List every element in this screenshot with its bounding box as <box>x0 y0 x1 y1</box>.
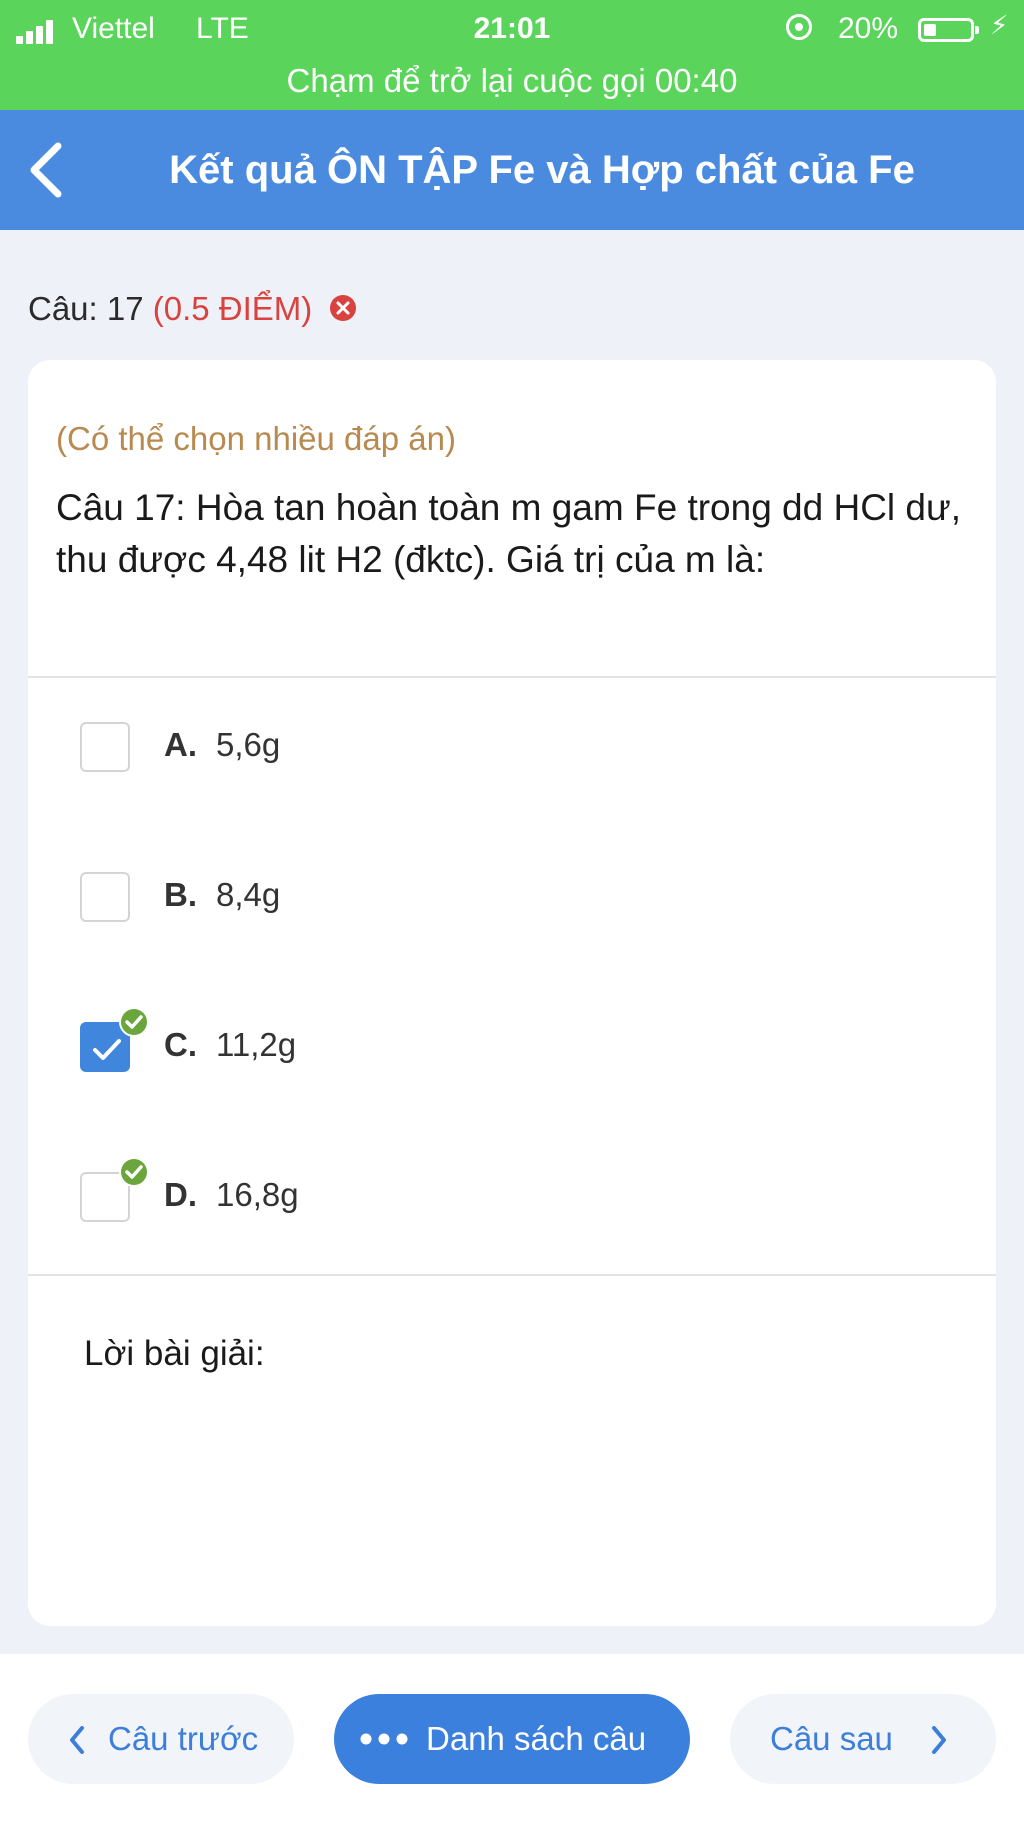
next-question-button[interactable]: Câu sau <box>730 1694 996 1784</box>
answer-option-d[interactable]: D. 16,8g <box>80 1157 960 1232</box>
option-value: 5,6g <box>216 726 281 763</box>
page-title: Kết quả ÔN TẬP Fe và Hợp chất của Fe <box>169 148 915 192</box>
chevron-left-icon <box>30 142 62 198</box>
solution-label: Lời bài giải: <box>84 1334 265 1373</box>
chevron-left-icon <box>70 1726 84 1754</box>
header-bar: Kết quả ÔN TẬP Fe và Hợp chất của Fe <box>0 110 1024 230</box>
divider <box>28 1274 996 1276</box>
previous-question-button[interactable]: Câu trước <box>28 1694 294 1784</box>
question-text: Câu 17: Hòa tan hoàn toàn m gam Fe trong… <box>56 487 962 580</box>
battery-percent: 20% <box>838 12 899 45</box>
correct-answer-icon <box>119 1157 149 1187</box>
divider <box>28 676 996 678</box>
multi-select-hint: (Có thể chọn nhiều đáp án) <box>56 420 456 457</box>
answer-option-b[interactable]: B. 8,4g <box>80 862 960 932</box>
answer-option-a[interactable]: A. 5,6g <box>80 712 960 782</box>
question-list-button[interactable]: Danh sách câu <box>334 1694 690 1784</box>
status-bar: Viettel LTE 21:01 20% ⚡ Chạm để trở lại … <box>0 0 1024 110</box>
option-letter: C. <box>164 1026 197 1063</box>
back-button[interactable] <box>22 140 72 200</box>
option-value: 11,2g <box>216 1026 297 1063</box>
checkbox[interactable] <box>80 872 130 922</box>
option-letter: A. <box>164 726 197 763</box>
option-letter: B. <box>164 876 197 913</box>
previous-question-label: Câu trước <box>108 1720 259 1757</box>
rotation-lock-icon <box>786 14 812 40</box>
return-to-call-banner[interactable]: Chạm để trở lại cuộc gọi 00:40 <box>0 62 1024 100</box>
correct-answer-icon <box>119 1007 149 1037</box>
charging-bolt-icon: ⚡ <box>990 10 1009 40</box>
bottom-navigation: Câu trước Danh sách câu Câu sau <box>0 1654 1024 1822</box>
checkbox[interactable] <box>80 722 130 772</box>
chevron-right-icon <box>932 1726 946 1754</box>
question-points: (0.5 ĐIỂM) <box>152 290 313 327</box>
option-value: 16,8g <box>216 1176 299 1213</box>
question-number: Câu: 17 <box>28 290 144 327</box>
question-header: Câu: 17 (0.5 ĐIỂM) <box>28 290 357 328</box>
option-letter: D. <box>164 1176 197 1213</box>
answer-option-c[interactable]: C. 11,2g <box>80 1007 960 1082</box>
question-card: (Có thể chọn nhiều đáp án) Câu 17: Hòa t… <box>28 360 996 1626</box>
wrong-x-circle-icon <box>330 295 357 322</box>
next-question-label: Câu sau <box>770 1720 893 1757</box>
question-list-label: Danh sách câu <box>426 1720 647 1757</box>
option-value: 8,4g <box>216 876 281 913</box>
battery-icon <box>918 18 979 42</box>
more-dots-icon <box>360 1733 408 1745</box>
